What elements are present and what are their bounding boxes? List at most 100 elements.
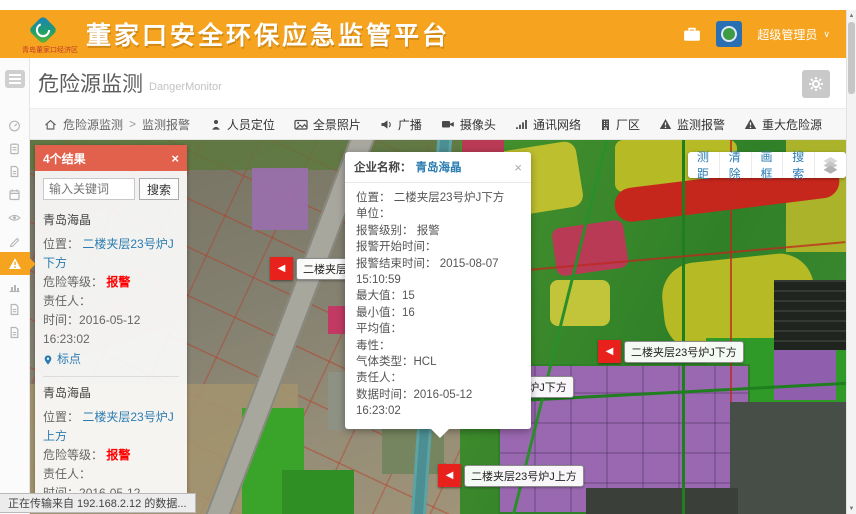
result-level: 报警 bbox=[106, 275, 130, 289]
result-item[interactable]: 青岛海晶 位置： 二楼夹层23号炉J上方 危险等级： 报警 责任人： 时间：20… bbox=[43, 377, 179, 507]
breadcrumb-home[interactable]: 危险源监测 bbox=[63, 116, 123, 133]
layers-icon bbox=[822, 156, 839, 174]
sidebar-item-dashboard[interactable] bbox=[0, 114, 30, 137]
toolbar-comm-network[interactable]: 通讯网络 bbox=[515, 116, 581, 133]
page-header: 危险源监测 DangerMonitor bbox=[30, 58, 846, 108]
person-pin-icon bbox=[210, 118, 222, 131]
results-panel: 4个结果 × 搜索 青岛海晶 位置： 二楼夹层23号炉J下方 危险等级： 报警 … bbox=[35, 145, 187, 507]
user-avatar[interactable] bbox=[716, 21, 742, 47]
map-layer-toolbar: 人员定位 全景照片 广播 摄像头 通讯网络 厂区 监测报警 重大危险源 bbox=[210, 116, 822, 133]
sidebar-item-watch[interactable] bbox=[0, 206, 30, 229]
app-title: 董家口安全环保应急监管平台 bbox=[86, 16, 450, 52]
toolbar-personnel-locating[interactable]: 人员定位 bbox=[210, 116, 275, 133]
camera-icon bbox=[441, 118, 455, 130]
search-button[interactable]: 搜索 bbox=[139, 178, 179, 200]
document-icon bbox=[8, 165, 21, 178]
bar-chart-icon bbox=[8, 280, 21, 293]
settings-button[interactable] bbox=[802, 70, 830, 98]
page-subtitle: DangerMonitor bbox=[149, 81, 222, 93]
close-icon[interactable]: × bbox=[171, 151, 179, 166]
toolbar-cameras[interactable]: 摄像头 bbox=[441, 116, 496, 133]
eye-icon bbox=[8, 211, 21, 224]
scroll-up-icon[interactable]: ▲ bbox=[847, 10, 856, 21]
warning-triangle-icon bbox=[8, 257, 22, 270]
popup-field-row: 责任人： bbox=[356, 370, 520, 386]
popup-field-row: 最大值：15 bbox=[356, 288, 520, 304]
popup-field-row: 平均值： bbox=[356, 321, 520, 337]
map-road bbox=[682, 140, 685, 514]
popup-field-row: 最小值：16 bbox=[356, 305, 520, 321]
logo-diamond-icon bbox=[26, 15, 60, 47]
gauge-icon bbox=[8, 119, 21, 132]
scrollbar-thumb[interactable] bbox=[848, 22, 855, 94]
sidebar-item-edit[interactable] bbox=[0, 229, 30, 252]
popup-field-row: 单位： bbox=[356, 206, 520, 222]
sidebar-toggle-button[interactable] bbox=[5, 70, 25, 88]
alarm-marker-icon[interactable]: ◀ bbox=[438, 464, 461, 487]
field-label: 单位： bbox=[356, 208, 391, 220]
map-marker[interactable]: ◀ 二楼夹层23号炉J下方 bbox=[598, 340, 744, 363]
document-icon bbox=[8, 303, 21, 316]
field-label: 报警开始时间： bbox=[356, 241, 437, 253]
measure-distance-button[interactable]: 测距 bbox=[688, 152, 720, 178]
map-canvas[interactable]: ◀ 二楼夹层23号炉J下方 ◀ 二楼夹层23号炉J下方 ◀ 二楼夹层23号炉J下… bbox=[30, 140, 846, 514]
toolbar-broadcast[interactable]: 广播 bbox=[380, 116, 422, 133]
home-icon bbox=[44, 118, 57, 131]
sidebar-item-monitor-alarm-active[interactable] bbox=[0, 252, 30, 275]
sidebar-item-doc-3[interactable] bbox=[0, 321, 30, 344]
map-marker[interactable]: ◀ 二楼夹层23号炉J上方 bbox=[438, 464, 584, 487]
popup-body: 位置： 二楼夹层23号炉J下方 单位： 报警级别： 报警 报警开始时间： 报警结… bbox=[345, 183, 531, 429]
sidebar-item-report[interactable] bbox=[0, 160, 30, 183]
sidebar-item-tasks[interactable] bbox=[0, 137, 30, 160]
chevron-down-icon: ∨ bbox=[823, 29, 830, 40]
marker-label: 二楼夹层23号炉J上方 bbox=[464, 465, 584, 487]
sidebar-item-calendar[interactable] bbox=[0, 183, 30, 206]
field-label: 最小值： bbox=[356, 307, 402, 319]
breadcrumb-separator: > bbox=[129, 117, 136, 131]
map-region bbox=[550, 280, 610, 326]
draw-frame-button[interactable]: 画框 bbox=[752, 152, 784, 178]
vertical-scrollbar[interactable]: ▲ ▼ bbox=[846, 10, 856, 514]
signal-bars-icon bbox=[515, 118, 528, 130]
toolbar-label: 重大危险源 bbox=[762, 116, 822, 133]
keyword-search-input[interactable] bbox=[43, 178, 135, 200]
field-label: 最大值： bbox=[356, 290, 402, 302]
toolbar-label: 人员定位 bbox=[227, 116, 275, 133]
breadcrumb-bar: 危险源监测 > 监测报警 人员定位 全景照片 广播 摄像头 通讯网络 厂区 监测… bbox=[30, 108, 846, 140]
field-label: 危险等级： bbox=[43, 448, 103, 462]
map-tools: 测距 清除 画框 搜索 bbox=[688, 152, 846, 178]
toolbar-panorama-photos[interactable]: 全景照片 bbox=[294, 116, 361, 133]
close-icon[interactable]: × bbox=[514, 160, 522, 175]
toolbar-major-danger-source[interactable]: 重大危险源 bbox=[744, 116, 822, 133]
building-icon bbox=[600, 118, 611, 131]
sidebar-item-statistics[interactable] bbox=[0, 275, 30, 298]
field-label: 位置： bbox=[356, 192, 391, 204]
calendar-icon bbox=[8, 188, 21, 201]
popup-field-row: 气体类型：HCL bbox=[356, 354, 520, 370]
toolbar-label: 厂区 bbox=[616, 116, 640, 133]
toolbar-factory-area[interactable]: 厂区 bbox=[600, 116, 640, 133]
toolbar-label: 广播 bbox=[398, 116, 422, 133]
search-map-button[interactable]: 搜索 bbox=[783, 152, 815, 178]
alarm-marker-icon[interactable]: ◀ bbox=[598, 340, 621, 363]
field-label: 危险等级： bbox=[43, 275, 103, 289]
toolbar-monitor-alarm[interactable]: 监测报警 bbox=[659, 116, 725, 133]
map-region bbox=[774, 280, 846, 350]
logo-subtitle: 青岛董家口经济区 bbox=[22, 47, 68, 54]
layers-button[interactable] bbox=[815, 152, 846, 178]
field-value: 15 bbox=[402, 290, 415, 302]
briefcase-icon[interactable] bbox=[683, 26, 701, 42]
panorama-icon bbox=[294, 118, 308, 131]
result-company: 青岛海晶 bbox=[43, 384, 179, 401]
toolbar-label: 监测报警 bbox=[677, 116, 725, 133]
popup-company-name[interactable]: 青岛海晶 bbox=[416, 159, 462, 175]
alarm-warning-icon bbox=[659, 118, 672, 130]
mark-point-link[interactable]: 标点 bbox=[43, 349, 179, 370]
alarm-marker-icon[interactable]: ◀ bbox=[270, 257, 293, 280]
sidebar-item-doc-2[interactable] bbox=[0, 298, 30, 321]
clear-button[interactable]: 清除 bbox=[720, 152, 752, 178]
scroll-down-icon[interactable]: ▼ bbox=[847, 503, 856, 514]
map-region bbox=[730, 402, 846, 514]
user-menu[interactable]: 超级管理员 ∨ bbox=[757, 26, 830, 43]
result-item[interactable]: 青岛海晶 位置： 二楼夹层23号炉J下方 危险等级： 报警 责任人： 时间：20… bbox=[43, 204, 179, 377]
